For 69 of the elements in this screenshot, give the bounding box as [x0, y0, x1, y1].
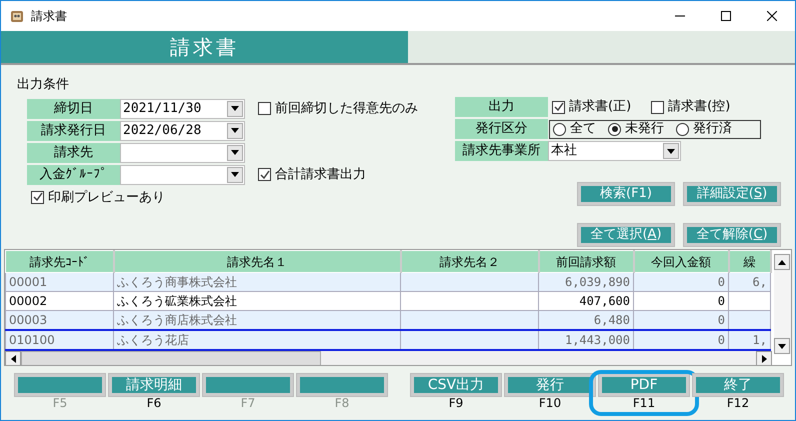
window-title: 請求書: [31, 8, 67, 25]
radio-button[interactable]: 発行済: [676, 119, 732, 139]
dropdown-field[interactable]: 2022/06/28: [120, 120, 245, 140]
dropdown-arrow-icon[interactable]: [231, 150, 239, 155]
table-cell: ふくろう砿業株式会社: [114, 292, 400, 310]
function-key-label: F8: [334, 396, 350, 411]
table-cell: 0: [634, 292, 728, 310]
checkbox[interactable]: 請求書(正): [552, 97, 632, 117]
header-title: 請求書: [1, 31, 408, 63]
scroll-down-icon[interactable]: [778, 344, 786, 348]
field-label: 出力: [455, 97, 548, 117]
column-header[interactable]: 請求先ｺｰﾄﾞ: [6, 250, 114, 272]
field-label: 請求先事業所: [455, 141, 548, 161]
function-key-label: F10: [538, 396, 562, 411]
dropdown-arrow-icon[interactable]: [231, 172, 239, 177]
vertical-scrollbar[interactable]: [774, 254, 791, 354]
field-label: 締切日: [27, 98, 120, 118]
scroll-up-icon[interactable]: [778, 260, 786, 264]
column-header[interactable]: 繰: [728, 250, 770, 272]
checkbox[interactable]: 印刷プレビューあり: [31, 188, 165, 207]
field-label: 発行区分: [455, 119, 548, 139]
table-cell: 00001: [6, 272, 114, 292]
section-title: 出力条件: [17, 76, 70, 94]
table-cell: 6,039,890: [538, 272, 634, 292]
checkmark-icon: [260, 170, 270, 180]
function-key-label: F9: [448, 396, 464, 411]
field-label: 請求発行日: [27, 120, 120, 140]
function-key-label: F6: [146, 396, 162, 411]
radio-button[interactable]: 未発行: [608, 119, 664, 139]
function-key-label: F12: [726, 396, 750, 411]
table-cell: ふくろう商事株式会社: [114, 272, 400, 292]
column-header[interactable]: 前回請求額: [538, 250, 634, 272]
table-cell: 010100: [6, 330, 114, 350]
checkbox[interactable]: 前回締切した得意先のみ: [258, 98, 418, 118]
dropdown-arrow-icon[interactable]: [667, 148, 675, 154]
checkmark-icon: [554, 102, 564, 112]
dropdown-field[interactable]: [120, 142, 245, 162]
checkbox[interactable]: 請求書(控): [651, 97, 730, 117]
field-label: 請求先: [27, 142, 120, 162]
column-header[interactable]: 請求先名１: [114, 250, 400, 272]
dropdown-field[interactable]: 2021/11/30: [120, 98, 245, 118]
table-cell: 00003: [6, 310, 114, 330]
table-cell: 1,: [728, 330, 770, 350]
dropdown-arrow-icon[interactable]: [231, 128, 239, 133]
horizontal-scrollbar[interactable]: [5, 351, 772, 365]
table-cell: 1,443,000: [538, 330, 634, 350]
field-label: 入金ｸﾞﾙｰﾌﾟ: [27, 164, 120, 184]
checkbox[interactable]: 合計請求書出力: [258, 164, 366, 184]
checkmark-icon: [32, 192, 42, 202]
column-header[interactable]: 今回入金額: [634, 250, 728, 272]
dropdown-field[interactable]: [120, 164, 245, 184]
table-cell: 00002: [6, 292, 114, 310]
function-key-label: F11: [632, 396, 656, 411]
table-cell: 0: [634, 330, 728, 350]
table-cell: 6,: [728, 272, 770, 292]
function-key-label: F7: [240, 396, 256, 411]
radio-button[interactable]: 全て: [553, 119, 596, 139]
table-cell: 407,600: [538, 292, 634, 310]
close-icon[interactable]: [767, 11, 777, 21]
column-header[interactable]: 請求先名２: [400, 250, 538, 272]
scroll-left-icon[interactable]: [10, 355, 16, 363]
dropdown-field[interactable]: 本社: [548, 141, 681, 161]
dropdown-arrow-icon[interactable]: [231, 106, 239, 111]
app-icon: [9, 8, 25, 24]
table-cell: ふくろう花店: [114, 330, 400, 350]
maximize-icon[interactable]: [721, 11, 731, 21]
function-key-label: F5: [52, 396, 68, 411]
scroll-right-icon[interactable]: [762, 355, 766, 363]
table-cell: 0: [634, 272, 728, 292]
